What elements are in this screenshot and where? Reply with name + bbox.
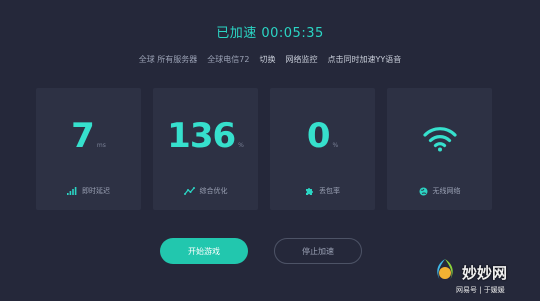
watermark-sub: 网易号 | 于媛媛 [456, 286, 505, 294]
packet-loss-number: 0 [306, 116, 331, 156]
optimization-label: 综合优化 [199, 187, 228, 195]
optimization-number: 136 [167, 116, 236, 156]
watermark: 妙妙网 [432, 258, 507, 286]
server-bar: 全球 所有服务器 全球电信72 切换 网络监控 点击同时加速YY语音 [0, 54, 540, 65]
puzzle-icon [305, 187, 314, 196]
switch-server-link[interactable]: 切换 [259, 54, 275, 65]
optimization-unit: % [238, 142, 244, 149]
packet-loss-card: 0% 丢包率 [270, 88, 375, 210]
optimization-card: 136% 综合优化 [153, 88, 258, 210]
latency-card: 7 ms 即时延迟 [36, 88, 141, 210]
latency-value: 7 ms [36, 116, 141, 156]
start-game-button[interactable]: 开始游戏 [160, 238, 248, 264]
watermark-logo [432, 258, 458, 286]
wireless-card: 无线网络 [387, 88, 492, 210]
wireless-label-row: 无线网络 [387, 186, 492, 196]
signal-bars-icon [67, 187, 77, 195]
latency-unit: ms [96, 142, 106, 149]
trend-line-icon [183, 187, 195, 195]
network-monitor-link[interactable]: 网络监控 [285, 54, 317, 65]
globe-icon [419, 187, 428, 196]
latency-label-row: 即时延迟 [36, 186, 141, 196]
stats-cards: 7 ms 即时延迟 136% 综合优化 0% 丢包率 无线网络 [36, 88, 492, 210]
region-label: 全球 所有服务器 [138, 55, 198, 64]
packet-loss-label-row: 丢包率 [270, 186, 375, 196]
server-label: 全球电信72 [207, 55, 250, 64]
yy-voice-accelerate-link[interactable]: 点击同时加速YY语音 [327, 54, 401, 65]
optimization-value: 136% [153, 116, 258, 156]
packet-loss-unit: % [332, 142, 339, 149]
wifi-icon [387, 126, 492, 152]
wireless-label: 无线网络 [432, 187, 461, 195]
acceleration-status: 已加速 00:05:35 [216, 26, 324, 41]
watermark-brand: 妙妙网 [462, 263, 508, 282]
packet-loss-value: 0% [270, 116, 375, 156]
optimization-label-row: 综合优化 [153, 186, 258, 196]
latency-label: 即时延迟 [82, 187, 110, 195]
latency-number: 7 [71, 116, 95, 156]
packet-loss-label: 丢包率 [319, 187, 340, 195]
stop-acceleration-button[interactable]: 停止加速 [274, 238, 362, 264]
